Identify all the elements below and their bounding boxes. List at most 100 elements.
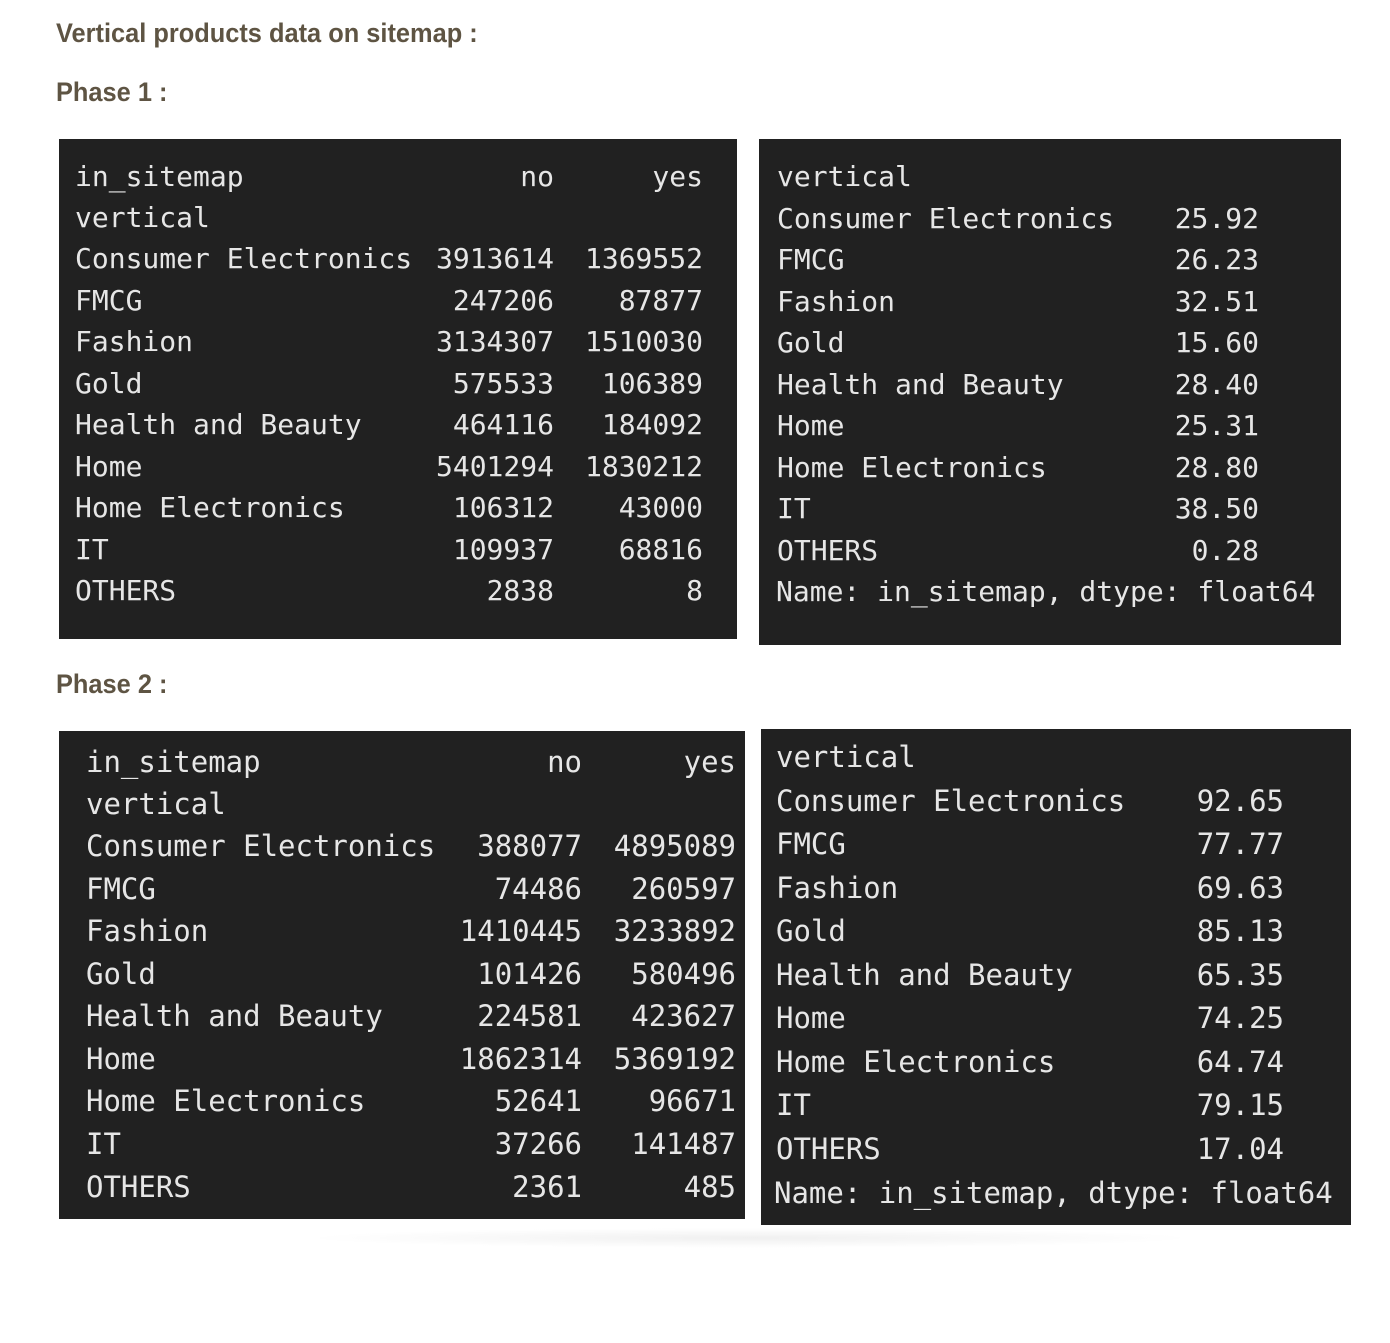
- row-vertical: Gold: [86, 957, 156, 991]
- row-vertical: FMCG: [777, 243, 845, 276]
- table-row: Fashion 32.51: [759, 288, 1341, 316]
- row-no: 3913614: [435, 242, 554, 275]
- row-percent: 65.35: [1196, 958, 1284, 992]
- series-footer-row: Name: in_sitemap, dtype: float64: [761, 1179, 1351, 1208]
- table-row: Consumer Electronics 92.65: [761, 787, 1351, 816]
- row-percent: 77.77: [1196, 827, 1284, 861]
- row-percent: 38.50: [1174, 492, 1259, 525]
- table-row: Home 1862314 5369192: [59, 1045, 745, 1074]
- page-title: Vertical products data on sitemap :: [56, 18, 478, 48]
- col-yes-header: yes: [683, 745, 736, 779]
- row-yes: 1369552: [584, 242, 703, 275]
- row-percent: 25.31: [1174, 409, 1259, 442]
- table-row: IT 37266 141487: [59, 1130, 745, 1159]
- row-percent: 15.60: [1174, 326, 1259, 359]
- row-vertical: Health and Beauty: [777, 368, 1064, 401]
- row-percent: 0.28: [1191, 534, 1259, 567]
- row-no: 52641: [494, 1084, 582, 1118]
- row-no: 575533: [452, 367, 554, 400]
- row-yes: 106389: [601, 367, 703, 400]
- table-row: Home 25.31: [759, 412, 1341, 440]
- table-row: OTHERS 0.28: [759, 537, 1341, 565]
- table-row: Consumer Electronics 388077 4895089: [59, 832, 745, 861]
- row-vertical: Gold: [776, 914, 846, 948]
- row-vertical: Fashion: [86, 914, 209, 948]
- row-vertical: Home: [86, 1042, 156, 1076]
- row-vertical: OTHERS: [75, 574, 177, 607]
- row-vertical: OTHERS: [776, 1132, 881, 1166]
- row-no: 106312: [452, 491, 554, 524]
- row-yes: 87877: [618, 284, 703, 317]
- row-vertical: FMCG: [86, 872, 156, 906]
- row-vertical: Fashion: [776, 871, 899, 905]
- table-row: FMCG 26.23: [759, 246, 1341, 274]
- row-percent: 28.40: [1174, 368, 1259, 401]
- row-percent: 32.51: [1174, 285, 1259, 318]
- index-label: vertical: [777, 160, 912, 193]
- bottom-shadow: [300, 1228, 1200, 1248]
- table-header-row: in_sitemap no yes: [59, 163, 737, 191]
- table-row: Home Electronics 28.80: [759, 454, 1341, 482]
- row-yes: 485: [683, 1170, 736, 1204]
- row-yes: 4895089: [613, 829, 736, 863]
- row-vertical: IT: [75, 533, 109, 566]
- table-row: Home Electronics 52641 96671: [59, 1087, 745, 1116]
- phase-1-counts-table: in_sitemap no yes vertical Consumer Elec…: [59, 139, 737, 639]
- index-name-header: in_sitemap: [86, 745, 261, 779]
- index-label-row: vertical: [759, 163, 1341, 191]
- row-no: 2361: [512, 1170, 582, 1204]
- row-vertical: Gold: [75, 367, 143, 400]
- table-row: Health and Beauty 28.40: [759, 371, 1341, 399]
- row-vertical: Home Electronics: [75, 491, 345, 524]
- series-footer-row: Name: in_sitemap, dtype: float64: [759, 578, 1341, 606]
- index-label-row: vertical: [59, 790, 745, 819]
- phase-2-counts-table: in_sitemap no yes vertical Consumer Elec…: [59, 731, 745, 1219]
- col-yes-header: yes: [652, 160, 703, 193]
- row-no: 37266: [494, 1127, 582, 1161]
- row-vertical: Health and Beauty: [776, 958, 1073, 992]
- table-row: Consumer Electronics 25.92: [759, 205, 1341, 233]
- table-row: FMCG 77.77: [761, 830, 1351, 859]
- table-row: Home Electronics 106312 43000: [59, 494, 737, 522]
- row-no: 1862314: [459, 1042, 582, 1076]
- row-yes: 141487: [631, 1127, 736, 1161]
- phase-2-percent-table: vertical Consumer Electronics 92.65 FMCG…: [761, 729, 1351, 1225]
- table-row: Health and Beauty 65.35: [761, 961, 1351, 990]
- table-header-row: in_sitemap no yes: [59, 748, 745, 777]
- row-vertical: Home: [776, 1001, 846, 1035]
- row-vertical: Home Electronics: [86, 1084, 366, 1118]
- row-percent: 17.04: [1196, 1132, 1284, 1166]
- row-vertical: Home Electronics: [777, 451, 1047, 484]
- table-row: FMCG 247206 87877: [59, 287, 737, 315]
- table-row: Home Electronics 64.74: [761, 1048, 1351, 1077]
- row-yes: 1830212: [584, 450, 703, 483]
- row-no: 2838: [486, 574, 554, 607]
- series-footer: Name: in_sitemap, dtype: float64: [776, 575, 1316, 608]
- row-vertical: OTHERS: [777, 534, 879, 567]
- table-row: Fashion 3134307 1510030: [59, 328, 737, 356]
- index-label: vertical: [86, 787, 226, 821]
- row-no: 74486: [494, 872, 582, 906]
- table-row: Fashion 1410445 3233892: [59, 917, 745, 946]
- row-no: 224581: [477, 999, 582, 1033]
- table-row: Health and Beauty 464116 184092: [59, 411, 737, 439]
- row-no: 247206: [452, 284, 554, 317]
- row-vertical: IT: [777, 492, 811, 525]
- row-vertical: Fashion: [777, 285, 896, 318]
- row-vertical: Gold: [777, 326, 845, 359]
- row-vertical: Home: [777, 409, 845, 442]
- table-row: Fashion 69.63: [761, 874, 1351, 903]
- index-label-row: vertical: [59, 204, 737, 232]
- row-vertical: Health and Beauty: [86, 999, 383, 1033]
- table-row: IT 38.50: [759, 495, 1341, 523]
- table-row: Gold 85.13: [761, 917, 1351, 946]
- row-percent: 79.15: [1196, 1088, 1284, 1122]
- row-percent: 25.92: [1174, 202, 1259, 235]
- row-percent: 26.23: [1174, 243, 1259, 276]
- row-percent: 85.13: [1196, 914, 1284, 948]
- row-no: 109937: [452, 533, 554, 566]
- index-label: vertical: [776, 740, 916, 774]
- row-percent: 74.25: [1196, 1001, 1284, 1035]
- row-no: 464116: [452, 408, 554, 441]
- row-yes: 8: [686, 574, 703, 607]
